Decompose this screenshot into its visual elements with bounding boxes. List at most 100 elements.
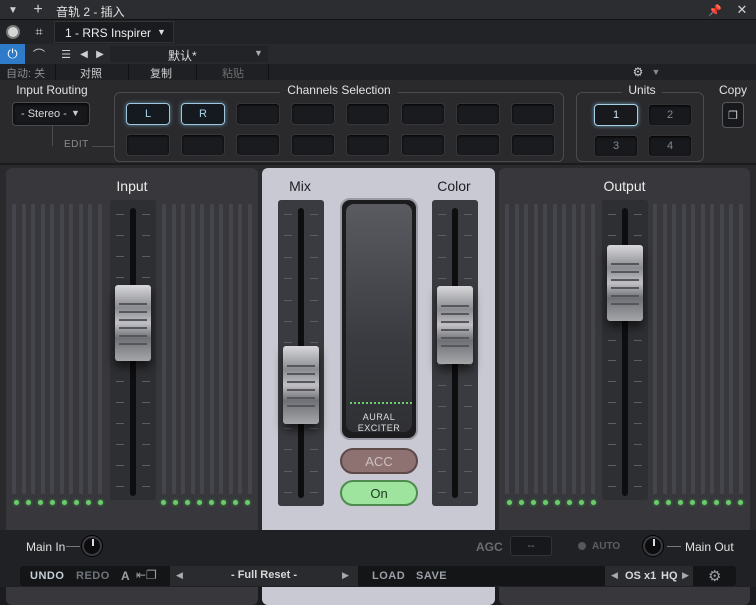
meter-bar (69, 204, 73, 494)
meter-led (702, 500, 707, 505)
input-meter-left (12, 204, 104, 494)
channel-button-13[interactable] (346, 134, 390, 156)
channel-button-3[interactable] (236, 103, 280, 125)
channel-button-15[interactable] (456, 134, 500, 156)
unit-2-button[interactable]: 2 (648, 104, 692, 126)
meter-bar (209, 204, 214, 494)
meter-bar (552, 204, 557, 494)
chevron-down-icon: ▼ (157, 27, 166, 37)
channel-button-11[interactable] (236, 134, 280, 156)
routing-icon[interactable]: ⌗ (28, 22, 50, 42)
on-button[interactable]: On (340, 480, 418, 506)
meter-bar (681, 204, 686, 494)
acc-button[interactable]: ACC (340, 448, 418, 474)
meter-bar (78, 204, 83, 494)
channel-button-4[interactable] (291, 103, 335, 125)
output-meter-left (505, 204, 597, 494)
redo-button[interactable]: REDO (76, 570, 110, 582)
plugin-selector[interactable]: 1 - RRS Inspirer ▼ (54, 21, 174, 43)
undo-button[interactable]: UNDO (30, 570, 64, 582)
agc-value[interactable]: -- (510, 536, 552, 556)
channel-button-14[interactable] (401, 134, 445, 156)
preset-browser[interactable]: ◀ - Full Reset - ▶ (170, 566, 358, 586)
prev-os-icon[interactable]: ◀ (611, 570, 618, 581)
unit-4-button[interactable]: 4 (648, 135, 692, 157)
meter-led (173, 500, 178, 505)
unit-1-button[interactable]: 1 (594, 104, 638, 126)
channel-button-10[interactable] (181, 134, 225, 156)
compare-button[interactable]: 对照 (80, 65, 102, 81)
input-fader-handle[interactable] (115, 284, 151, 361)
meter-bar (162, 204, 166, 494)
next-preset-icon[interactable]: ▶ (342, 570, 349, 581)
channel-button-12[interactable] (291, 134, 335, 156)
channel-button-8[interactable] (511, 103, 555, 125)
channel-button-16[interactable] (511, 134, 555, 156)
meter-led (726, 500, 731, 505)
ab-copy-icon[interactable]: ⇤❐ (136, 568, 157, 582)
hq-toggle[interactable]: HQ (661, 570, 678, 582)
copy-button[interactable]: 复制 (150, 65, 172, 81)
next-os-icon[interactable]: ▶ (682, 570, 689, 581)
copy-unit-icon[interactable]: ❐ (722, 102, 744, 128)
next-preset-icon[interactable]: ▶ (94, 44, 106, 64)
mix-title: Mix (289, 178, 311, 194)
ab-a-button[interactable]: A (121, 569, 130, 583)
channel-button-1[interactable]: L (126, 103, 170, 125)
edit-button[interactable]: EDIT (64, 139, 89, 150)
plugin-name: 1 - RRS Inspirer (65, 26, 152, 40)
power-knob-icon[interactable] (2, 22, 24, 42)
meter-led (579, 500, 584, 505)
unit-3-button[interactable]: 3 (594, 135, 638, 157)
channel-button-9[interactable] (126, 134, 170, 156)
input-routing-label: Input Routing (16, 83, 88, 97)
channel-row-2 (126, 134, 555, 156)
paste-button[interactable]: 粘贴 (222, 65, 244, 81)
channel-button-7[interactable] (456, 103, 500, 125)
meter-bar (200, 204, 204, 494)
channel-button-2[interactable]: R (181, 103, 225, 125)
meter-bar (505, 204, 509, 494)
preset-selector[interactable]: 默认* ▼ (110, 46, 268, 63)
input-routing-select[interactable]: - Stereo - ▼ (12, 102, 90, 126)
preset-name-display: - Full Reset - (230, 569, 297, 581)
pin-icon[interactable]: 📌 (708, 2, 722, 18)
meter-bar (533, 204, 538, 494)
oversampling-selector[interactable]: ◀ OS x1 HQ ▶ (605, 566, 693, 586)
automation-icon[interactable]: ⌒ (28, 44, 50, 64)
input-meter-right (162, 204, 254, 494)
load-button[interactable]: LOAD (372, 570, 405, 582)
preset-name: 默认* (168, 49, 197, 63)
main-out-knob[interactable] (643, 536, 663, 556)
main-in-knob[interactable] (82, 536, 102, 556)
prev-preset-icon[interactable]: ◀ (78, 44, 90, 64)
preset-menu-icon[interactable]: ☰ (58, 44, 74, 64)
plugin-body: Input Routing - Stereo - ▼ EDIT Channels… (0, 80, 756, 605)
gear-icon[interactable]: ⚙ (630, 64, 646, 80)
auto-led[interactable] (578, 542, 586, 550)
meter-led (185, 500, 190, 505)
channel-button-6[interactable] (401, 103, 445, 125)
add-icon[interactable]: + (30, 1, 46, 19)
chevron-down-icon[interactable]: ▼ (650, 64, 662, 80)
output-fader-handle[interactable] (607, 245, 643, 322)
meter-led (161, 500, 166, 505)
meter-bar (691, 204, 695, 494)
meter-bar (50, 204, 54, 494)
dropdown-arrow-icon[interactable]: ▼ (6, 2, 20, 18)
close-icon[interactable]: ✕ (735, 1, 749, 19)
settings-gear-icon[interactable]: ⚙ (708, 567, 721, 585)
meter-led (38, 500, 43, 505)
channel-button-5[interactable] (346, 103, 390, 125)
meter-led (245, 500, 250, 505)
output-led-row-left (507, 500, 596, 505)
auto-off-button[interactable]: 自动: 关 (6, 65, 45, 81)
meter-led (74, 500, 79, 505)
save-button[interactable]: SAVE (416, 570, 447, 582)
mix-fader-handle[interactable] (283, 345, 319, 424)
meter-led (555, 500, 560, 505)
bypass-power-icon[interactable]: ⏻ (0, 44, 25, 64)
color-fader-handle[interactable] (437, 286, 473, 365)
footer-bar: UNDO REDO A ⇤❐ ◀ - Full Reset - ▶ LOAD S… (20, 566, 736, 586)
color-title: Color (437, 178, 471, 194)
